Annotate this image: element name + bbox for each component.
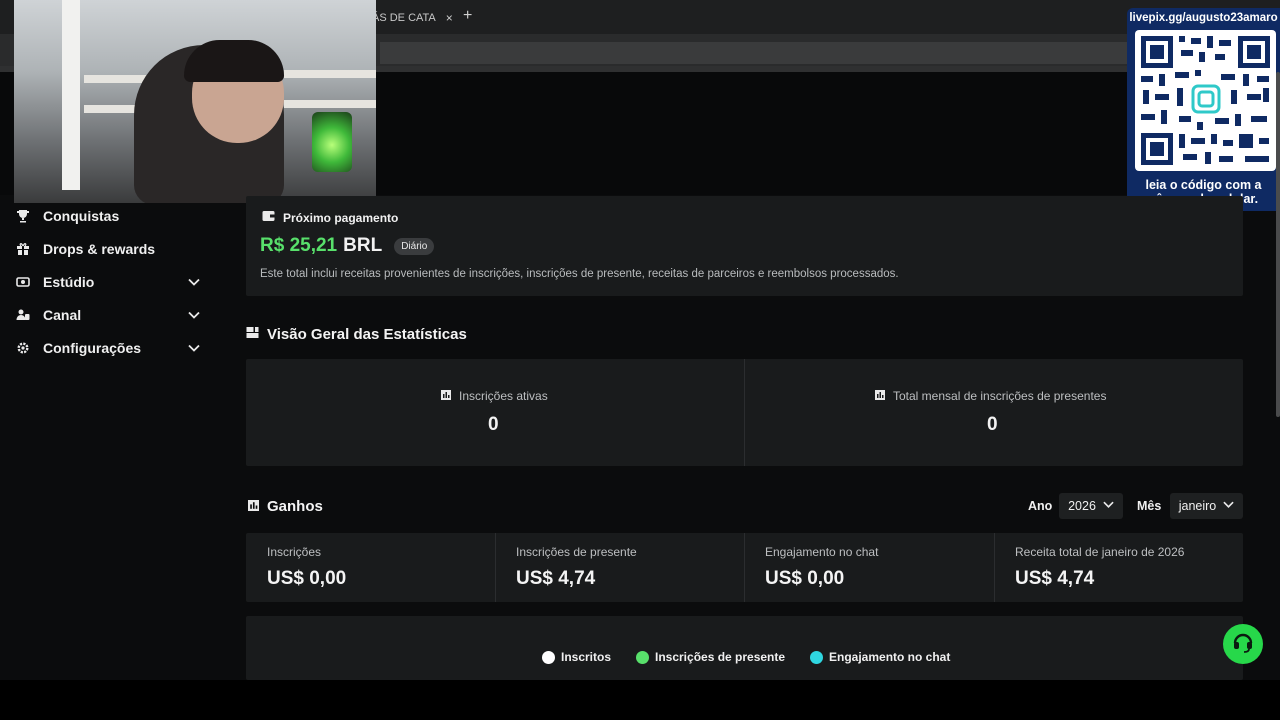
sidebar-item-drops[interactable]: Drops & rewards xyxy=(16,237,200,261)
earning-subs-label: Inscrições xyxy=(267,545,322,559)
qr-caption-line1: leia o código com a xyxy=(1145,178,1262,192)
earning-total-label: Receita total de janeiro de 2026 xyxy=(1015,545,1185,559)
earnings-divider xyxy=(994,533,995,602)
payment-frequency-badge: Diário xyxy=(394,237,435,255)
page-scrollbar[interactable] xyxy=(1276,72,1280,417)
earnings-title: Ganhos xyxy=(267,498,323,515)
sidebar-item-label: Configurações xyxy=(43,340,142,356)
stats-title: Visão Geral das Estatísticas xyxy=(267,326,467,343)
payment-currency: BRL xyxy=(343,235,383,256)
channel-icon xyxy=(16,308,30,322)
sidebar-item-label: Canal xyxy=(43,307,82,323)
next-payment-title: Próximo pagamento xyxy=(283,210,399,225)
webcam-overlay xyxy=(14,0,376,203)
chevron-down-icon[interactable] xyxy=(188,342,200,354)
tab-close-icon[interactable]: × xyxy=(446,11,453,25)
support-chat-button[interactable] xyxy=(1223,624,1263,664)
earning-subs-value: US$ 0,00 xyxy=(267,568,347,589)
legend-label: Inscrições de presente xyxy=(655,650,786,664)
stat-label-text: Total mensal de inscrições de presentes xyxy=(893,389,1107,403)
webcam-shelf xyxy=(284,100,376,108)
month-value: janeiro xyxy=(1178,499,1217,513)
sidebar-item-canal[interactable]: Canal xyxy=(16,303,200,327)
year-value: 2026 xyxy=(1068,499,1096,513)
legend-label: Inscritos xyxy=(561,650,612,664)
tab-title: ÁS DE CATA xyxy=(372,12,436,24)
year-select[interactable]: 2026 xyxy=(1059,493,1123,519)
earnings-chart-card xyxy=(246,616,1243,680)
bar-chart-icon xyxy=(441,389,451,403)
address-bar[interactable] xyxy=(380,42,1127,64)
webcam-background-door xyxy=(62,0,80,190)
chevron-down-icon xyxy=(1223,499,1234,513)
sidebar-item-conquistas[interactable]: Conquistas xyxy=(16,204,200,228)
year-label: Ano xyxy=(1028,499,1053,513)
earning-gift-subs-label: Inscrições de presente xyxy=(516,545,637,559)
earnings-divider xyxy=(744,533,745,602)
payment-value: R$ 25,21 xyxy=(260,235,338,256)
legend-dot xyxy=(636,650,649,664)
stats-section-title: Visão Geral das Estatísticas xyxy=(246,326,467,343)
legend-dot xyxy=(542,650,555,664)
sidebar-item-label: Drops & rewards xyxy=(43,241,156,257)
wallet-icon xyxy=(262,210,275,225)
gift-subs-value: 0 xyxy=(987,414,998,435)
sidebar-item-label: Estúdio xyxy=(43,274,95,290)
month-label: Mês xyxy=(1137,499,1162,513)
earning-gift-subs-value: US$ 4,74 xyxy=(516,568,596,589)
earning-total-value: US$ 4,74 xyxy=(1015,568,1095,589)
legend-dot xyxy=(810,650,823,664)
chevron-down-icon xyxy=(1103,499,1114,513)
legend-item-inscritos[interactable]: Inscritos xyxy=(542,650,611,664)
studio-icon xyxy=(16,275,30,289)
payment-description: Este total inclui receitas provenientes … xyxy=(260,268,899,280)
legend-item-gift-subs[interactable]: Inscrições de presente xyxy=(636,650,785,664)
active-subs-label: Inscrições ativas xyxy=(441,389,548,403)
chevron-down-icon[interactable] xyxy=(188,276,200,288)
gift-icon xyxy=(16,242,30,256)
next-payment-header: Próximo pagamento xyxy=(262,210,398,225)
earning-chat-value: US$ 0,00 xyxy=(765,568,845,589)
next-payment-amount: R$ 25,21 BRL Diário xyxy=(260,235,435,257)
gear-icon xyxy=(16,341,30,355)
webcam-green-lamp xyxy=(312,112,352,172)
stat-label-text: Inscrições ativas xyxy=(459,389,548,403)
earnings-section-title: Ganhos xyxy=(248,498,323,515)
stats-divider xyxy=(744,359,745,466)
sidebar-item-estudio[interactable]: Estúdio xyxy=(16,270,200,294)
qr-code xyxy=(1135,30,1276,171)
browser-tab[interactable]: ÁS DE CATA × xyxy=(372,6,453,30)
webcam-headphones xyxy=(184,40,284,82)
gift-subs-label: Total mensal de inscrições de presentes xyxy=(875,389,1106,403)
earnings-divider xyxy=(495,533,496,602)
chevron-down-icon[interactable] xyxy=(188,309,200,321)
letterbox-bottom xyxy=(0,680,1280,720)
webcam-shelf xyxy=(284,70,376,78)
stats-icon xyxy=(246,326,259,343)
sidebar-item-configuracoes[interactable]: Configurações xyxy=(16,336,200,360)
month-select[interactable]: janeiro xyxy=(1170,493,1243,519)
legend-label: Engajamento no chat xyxy=(829,650,951,664)
headset-icon xyxy=(1232,631,1254,658)
qr-url: livepix.gg/augusto23amaro xyxy=(1129,12,1278,24)
earning-chat-label: Engajamento no chat xyxy=(765,545,879,559)
legend-item-chat[interactable]: Engajamento no chat xyxy=(810,650,950,664)
trophy-icon xyxy=(16,209,30,223)
active-subs-value: 0 xyxy=(488,414,499,435)
new-tab-button[interactable]: + xyxy=(463,7,472,25)
bar-chart-icon xyxy=(875,389,885,403)
qr-donation-widget: livepix.gg/augusto23amaro leia o código … xyxy=(1127,8,1280,211)
sidebar-item-label: Conquistas xyxy=(43,208,120,224)
bar-chart-icon xyxy=(248,498,259,515)
